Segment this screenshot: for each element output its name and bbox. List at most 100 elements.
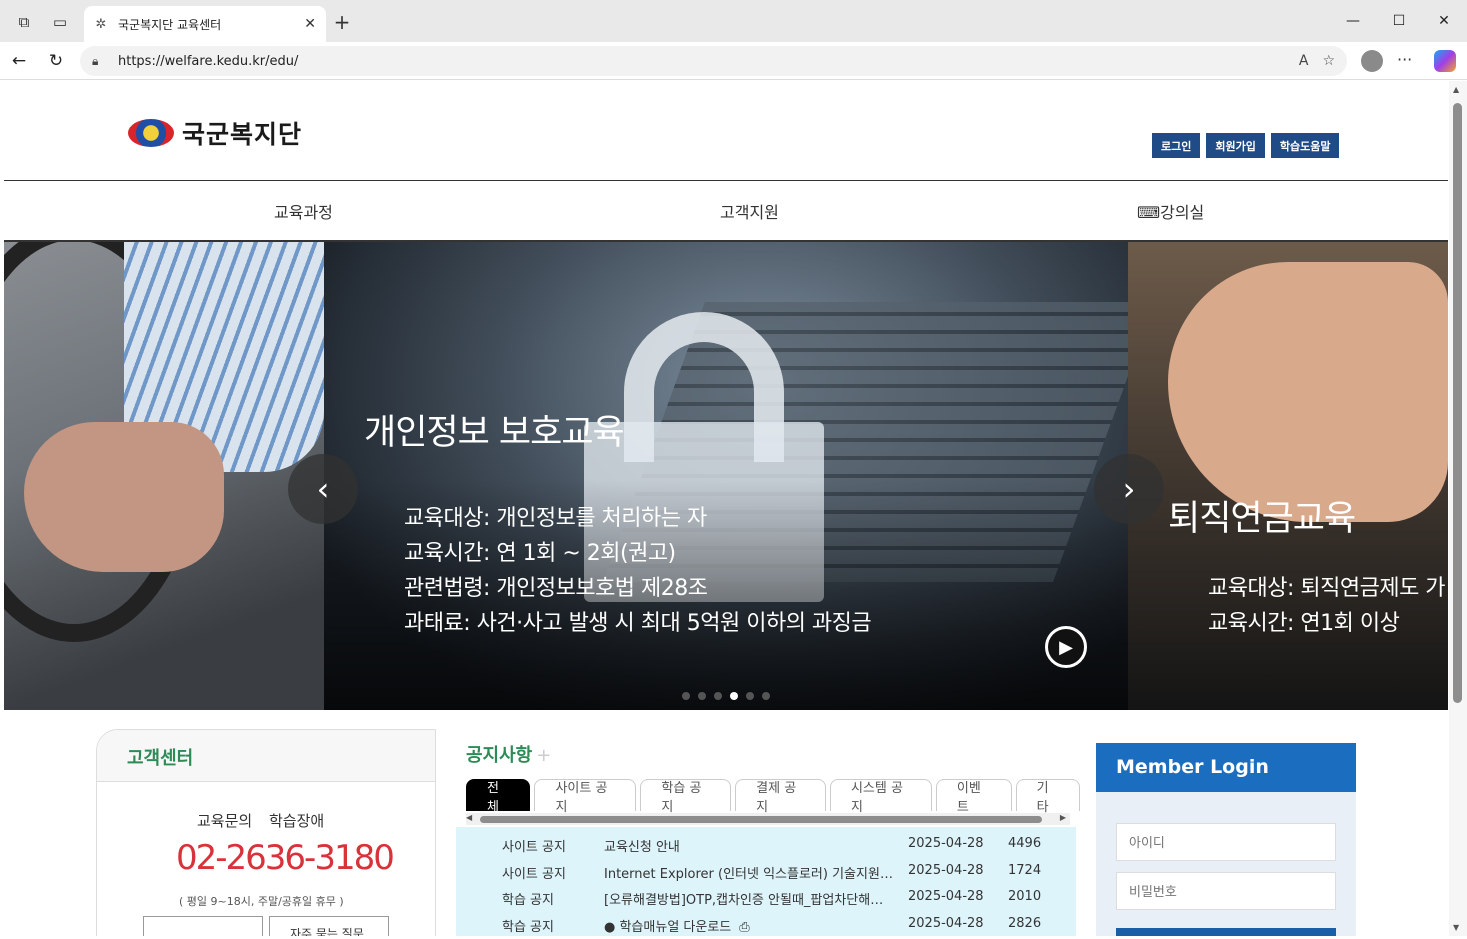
- page-scrollbar[interactable]: ▲ ▼: [1449, 81, 1467, 936]
- scroll-up-icon[interactable]: ▲: [1453, 85, 1459, 94]
- inquiry-labels: 교육문의 학습장애: [197, 812, 325, 830]
- slide-line: 과태료: 사건·사고 발생 시 최대 5억원 이하의 과징금: [404, 611, 872, 636]
- help-button[interactable]: 학습도움말: [1270, 133, 1340, 158]
- row-category: 학습 공지: [502, 893, 554, 908]
- site-favicon-icon: ✲: [95, 16, 107, 32]
- tab-learning-notice[interactable]: 학습 공지: [640, 779, 732, 815]
- carousel-dot-active[interactable]: [730, 692, 738, 700]
- nav-courses[interactable]: 교육과정: [274, 199, 333, 223]
- web-page: 국군복지단 로그인 회원가입 학습도움말 교육과정 고객지원 ⌨강의실 개인정보…: [4, 81, 1448, 936]
- notice-board: 공지사항 + 전체 사이트 공지 학습 공지 결제 공지 시스템 공지 이벤트 기…: [456, 729, 1080, 936]
- tab-site-notice[interactable]: 사이트 공지: [534, 779, 637, 815]
- tab-title: 국군복지단 교육센터: [118, 17, 222, 32]
- read-aloud-icon[interactable]: A: [1299, 53, 1309, 69]
- play-icon[interactable]: ▶: [1045, 626, 1087, 668]
- slide-left-image: [4, 242, 324, 710]
- carousel-dot[interactable]: [714, 692, 722, 700]
- slide-center: [324, 242, 1155, 710]
- scroll-right-icon[interactable]: ▶: [1060, 813, 1066, 822]
- new-tab-button[interactable]: +: [330, 10, 354, 34]
- site-logo[interactable]: 국군복지단: [128, 115, 302, 151]
- page-scrollbar-thumb[interactable]: [1453, 103, 1462, 703]
- address-bar-row: ← ↻ 🔒︎ https://welfare.kedu.kr/edu/ A ☆: [0, 42, 1467, 80]
- member-login-box: Member Login: [1096, 743, 1356, 936]
- notice-more-icon[interactable]: +: [536, 745, 551, 766]
- address-bar[interactable]: 🔒︎ https://welfare.kedu.kr/edu/ A ☆: [80, 46, 1347, 76]
- signup-button[interactable]: 회원가입: [1206, 133, 1265, 158]
- row-category: 사이트 공지: [502, 840, 566, 855]
- slide-line: 교육시간: 연1회 이상: [1208, 611, 1400, 636]
- refresh-icon[interactable]: ↻: [43, 48, 69, 74]
- table-row[interactable]: 사이트 공지 교육신청 안내 2025-04-28 4496: [456, 831, 1076, 857]
- maximize-icon[interactable]: ☐: [1376, 6, 1422, 36]
- favorite-star-icon[interactable]: ☆: [1322, 53, 1335, 69]
- row-title[interactable]: [오류해결방법]OTP,캡차인증 안될때_팝업차단해제 방법: [604, 889, 894, 908]
- row-date: 2025-04-28: [908, 836, 984, 851]
- url-text[interactable]: https://welfare.kedu.kr/edu/: [118, 54, 1285, 69]
- scroll-left-icon[interactable]: ◀: [466, 813, 472, 822]
- tab-payment-notice[interactable]: 결제 공지: [735, 779, 826, 815]
- scrollbar-thumb[interactable]: [480, 816, 1042, 823]
- browser-tab[interactable]: ✲ 국군복지단 교육센터 ✕: [84, 6, 326, 42]
- slide-line: 교육시간: 연 1회 ~ 2회(권고): [404, 541, 676, 566]
- prev-slide-button[interactable]: ‹: [288, 454, 358, 524]
- password-input[interactable]: [1116, 872, 1336, 910]
- login-button[interactable]: 로그인: [1152, 133, 1201, 158]
- browser-tabbar: ⧉ ▭ ✲ 국군복지단 교육센터 ✕ + — ☐ ✕: [0, 0, 1467, 42]
- carousel-dots: [682, 692, 770, 700]
- customer-center-box: 고객센터 교육문의 학습장애 02-2636-3180 ( 평일 9~18시, …: [96, 729, 436, 936]
- carousel-dot[interactable]: [762, 692, 770, 700]
- tab-actions-icon[interactable]: ▭: [48, 10, 72, 34]
- faq-button[interactable]: 자주 묻는 질문: [269, 916, 389, 936]
- profile-avatar[interactable]: [1361, 50, 1383, 72]
- row-title[interactable]: Internet Explorer (인터넷 익스플로러) 기술지원 종료 안내: [604, 863, 894, 882]
- slide-line: 관련법령: 개인정보보호법 제28조: [404, 576, 708, 601]
- back-icon[interactable]: ←: [6, 48, 32, 74]
- row-views: 1724: [1008, 863, 1042, 878]
- minimize-icon[interactable]: —: [1330, 6, 1376, 36]
- customer-center-title: 고객센터: [97, 730, 435, 782]
- next-slide-button[interactable]: ›: [1094, 454, 1164, 524]
- carousel-dot[interactable]: [682, 692, 690, 700]
- copilot-icon[interactable]: [1434, 50, 1456, 72]
- slide-title-privacy: 개인정보 보호교육: [364, 413, 625, 453]
- carousel-dot[interactable]: [698, 692, 706, 700]
- close-tab-icon[interactable]: ✕: [304, 16, 316, 32]
- row-category: 사이트 공지: [502, 867, 566, 882]
- download-icon[interactable]: ⎙: [739, 920, 749, 935]
- table-row[interactable]: 사이트 공지 Internet Explorer (인터넷 익스플로러) 기술지…: [456, 858, 1076, 884]
- row-views: 2826: [1008, 916, 1042, 931]
- tab-event[interactable]: 이벤트: [935, 779, 1012, 815]
- login-submit-button[interactable]: [1116, 928, 1336, 936]
- classroom-icon: ⌨: [1137, 203, 1161, 222]
- row-date: 2025-04-28: [908, 889, 984, 904]
- carousel-dot[interactable]: [746, 692, 754, 700]
- scroll-down-icon[interactable]: ▼: [1453, 923, 1459, 932]
- row-title[interactable]: 교육신청 안내: [604, 836, 894, 855]
- tabs-scrollbar[interactable]: ◀ ▶: [466, 813, 1070, 825]
- slide-line: 교육대상: 개인정보를 처리하는 자: [404, 506, 707, 531]
- row-title[interactable]: ● 학습매뉴얼 다운로드 ⎙: [604, 916, 750, 935]
- more-menu-icon[interactable]: ···: [1397, 50, 1412, 69]
- nav-classroom[interactable]: ⌨강의실: [1137, 199, 1204, 223]
- hero-carousel: 개인정보 보호교육 교육대상: 개인정보를 처리하는 자 교육시간: 연 1회 …: [4, 242, 1448, 710]
- nav-support[interactable]: 고객지원: [720, 199, 779, 223]
- notice-title-text: 공지사항: [466, 745, 533, 766]
- close-window-icon[interactable]: ✕: [1421, 6, 1467, 36]
- tab-all[interactable]: 전체: [466, 779, 531, 815]
- workspaces-icon[interactable]: ⧉: [12, 10, 36, 34]
- row-views: 4496: [1008, 836, 1042, 851]
- id-input[interactable]: [1116, 823, 1336, 861]
- notice-tabs: 전체 사이트 공지 학습 공지 결제 공지 시스템 공지 이벤트 기타: [466, 779, 1080, 815]
- logo-text: 국군복지단: [182, 120, 303, 149]
- table-row[interactable]: 학습 공지 ● 학습매뉴얼 다운로드 ⎙ 2025-04-28 2826: [456, 911, 1076, 936]
- phone-number: 02-2636-3180: [176, 838, 395, 878]
- table-row[interactable]: 학습 공지 [오류해결방법]OTP,캡차인증 안될때_팝업차단해제 방법 202…: [456, 884, 1076, 910]
- tab-etc[interactable]: 기타: [1015, 779, 1080, 815]
- notice-list: 사이트 공지 교육신청 안내 2025-04-28 4496 사이트 공지 In…: [456, 827, 1076, 936]
- row-category: 학습 공지: [502, 920, 554, 935]
- support-button-1[interactable]: [143, 916, 263, 936]
- top-utility-buttons: 로그인 회원가입 학습도움말: [1152, 133, 1340, 158]
- row-date: 2025-04-28: [908, 863, 984, 878]
- tab-system-notice[interactable]: 시스템 공지: [829, 779, 932, 815]
